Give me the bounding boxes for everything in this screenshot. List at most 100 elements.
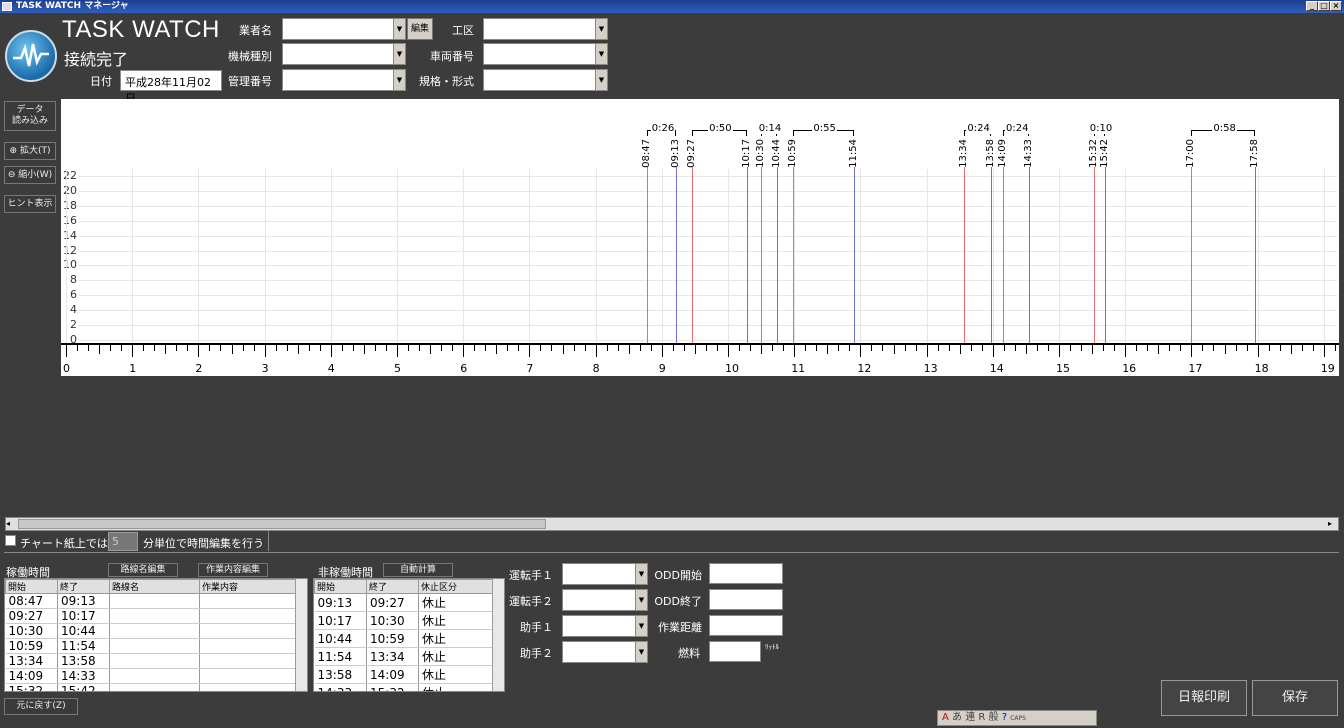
table-cell[interactable]: 13:34 [366,647,419,666]
table-cell[interactable]: 11:54 [57,638,110,654]
table-cell[interactable]: 休止 [418,629,504,648]
spec-combo[interactable]: ▼ [483,69,608,91]
table-row[interactable]: 09:13 09:27 休止 [314,593,504,612]
event-line[interactable] [1255,167,1257,343]
table-cell[interactable] [199,593,307,609]
table-row[interactable]: 13:34 13:58 [5,653,307,669]
table-cell[interactable]: 08:47 [5,593,58,609]
event-line[interactable] [776,167,778,343]
table-row[interactable]: 10:44 10:59 休止 [314,629,504,648]
table-cell[interactable]: 休止 [418,683,504,691]
table-cell[interactable]: 10:59 [366,629,419,648]
work-table-scrollbar[interactable] [295,579,307,691]
dropdown-arrow-icon[interactable]: ▼ [393,19,405,39]
table-row[interactable]: 13:58 14:09 休止 [314,665,504,684]
assist2-combo[interactable]: ▼ [562,641,648,663]
table-cell[interactable]: 13:58 [314,665,367,684]
undo-button[interactable]: 元に戻す(Z) [4,698,78,715]
fuel-field[interactable] [709,641,761,662]
table-cell[interactable] [109,608,200,624]
dropdown-arrow-icon[interactable]: ▼ [595,19,607,39]
print-report-button[interactable]: 日報印刷 [1161,680,1247,716]
save-button[interactable]: 保存 [1252,680,1338,716]
event-line[interactable] [647,167,649,343]
table-cell[interactable]: 休止 [418,647,504,666]
table-cell[interactable]: 14:33 [314,683,367,691]
dropdown-arrow-icon[interactable]: ▼ [635,590,647,610]
table-cell[interactable] [199,668,307,684]
table-cell[interactable]: 10:30 [366,611,419,630]
help-icon[interactable]: ? [1002,712,1007,723]
event-line[interactable] [853,167,855,343]
table-cell[interactable] [199,608,307,624]
table-cell[interactable] [109,638,200,654]
table-cell[interactable] [109,653,200,669]
dropdown-arrow-icon[interactable]: ▼ [595,70,607,90]
table-row[interactable]: 11:54 13:34 休止 [314,647,504,666]
dropdown-arrow-icon[interactable]: ▼ [595,44,607,64]
route-edit-button[interactable]: 路線名編集 [108,563,178,577]
close-button[interactable]: × [1330,1,1342,11]
machine-combo[interactable]: ▼ [282,43,406,65]
table-cell[interactable]: 14:09 [5,668,58,684]
table-cell[interactable]: 休止 [418,665,504,684]
table-cell[interactable]: 15:42 [57,683,110,691]
minute-unit-stepper[interactable]: 5 [108,532,138,551]
event-line[interactable] [691,167,693,343]
operator-combo[interactable]: ▼ [282,18,406,40]
table-cell[interactable]: 休止 [418,593,504,612]
table-cell[interactable]: 休止 [418,611,504,630]
minimize-button[interactable]: _ [1306,1,1318,11]
load-data-button[interactable]: データ 読み込み [4,101,56,131]
table-cell[interactable]: 11:54 [314,647,367,666]
table-cell[interactable]: 13:58 [57,653,110,669]
event-line[interactable] [990,167,992,343]
event-line[interactable] [676,167,678,343]
table-cell[interactable]: 10:44 [314,629,367,648]
table-row[interactable]: 10:59 11:54 [5,638,307,654]
dropdown-arrow-icon[interactable]: ▼ [393,70,405,90]
table-cell[interactable]: 10:44 [57,623,110,639]
table-row[interactable]: 08:47 09:13 [5,593,307,609]
dropdown-arrow-icon[interactable]: ▼ [635,642,647,662]
table-cell[interactable]: 15:32 [5,683,58,691]
vehicle-combo[interactable]: ▼ [483,43,608,65]
table-cell[interactable] [199,623,307,639]
table-row[interactable]: 10:17 10:30 休止 [314,611,504,630]
odd-end-field[interactable] [709,589,783,610]
table-cell[interactable] [109,683,200,691]
hint-button[interactable]: ヒント表示 [4,195,56,213]
chart-horizontal-scrollbar[interactable]: ◂ ▸ [5,517,1339,531]
table-row[interactable]: 15:32 15:42 [5,683,307,691]
table-cell[interactable] [109,668,200,684]
table-cell[interactable]: 10:59 [5,638,58,654]
work-time-table[interactable]: 開始 終了 路線名 作業内容 08:47 09:13 09:27 10:17 10:30… [4,578,308,692]
work-distance-field[interactable] [709,615,783,636]
assist1-combo[interactable]: ▼ [562,615,648,637]
table-cell[interactable]: 09:13 [57,593,110,609]
event-line[interactable] [746,167,748,343]
event-line[interactable] [1105,167,1107,343]
zoom-in-button[interactable]: ⊕ 拡大(T) [4,142,56,160]
ime-toolbar[interactable]: A あ 連 R 般 ? CAPS [937,710,1097,726]
event-line[interactable] [1094,167,1096,343]
section-combo[interactable]: ▼ [483,18,608,40]
time-chart[interactable]: 22 20 18 16 14 12 10 8 6 4 2 0 0 1 2 3 4 5 6 7 8 9 10 11 12 13 14 1… [61,99,1339,376]
odd-start-field[interactable] [709,563,783,584]
event-line[interactable] [1029,167,1031,343]
event-line[interactable] [1002,167,1004,343]
table-cell[interactable] [109,593,200,609]
dropdown-arrow-icon[interactable]: ▼ [393,44,405,64]
event-line[interactable] [964,167,966,343]
table-cell[interactable]: 10:17 [314,611,367,630]
table-cell[interactable] [199,653,307,669]
scroll-thumb[interactable] [18,519,546,529]
table-cell[interactable] [199,638,307,654]
table-row[interactable]: 09:27 10:17 [5,608,307,624]
table-cell[interactable]: 13:34 [5,653,58,669]
ime-mode-icon[interactable]: A [942,712,949,723]
table-cell[interactable]: 09:27 [5,608,58,624]
driver2-combo[interactable]: ▼ [562,589,648,611]
content-edit-button[interactable]: 作業内容編集 [198,563,268,577]
scroll-right-icon[interactable]: ▸ [1328,518,1338,530]
